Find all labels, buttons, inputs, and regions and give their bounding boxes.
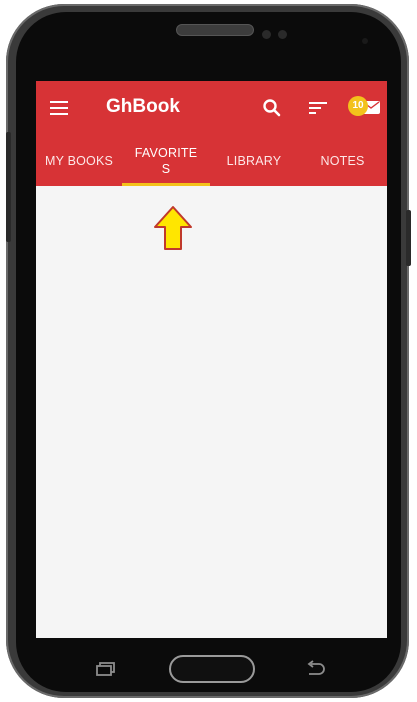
- app-title: GhBook: [106, 96, 180, 117]
- tab-library[interactable]: LIBRARY: [210, 135, 298, 186]
- power-key: [406, 210, 411, 266]
- back-icon[interactable]: [303, 660, 327, 678]
- active-tab-indicator: [122, 183, 210, 186]
- search-icon[interactable]: [262, 98, 282, 118]
- earpiece-speaker: [176, 24, 254, 36]
- hamburger-menu-icon[interactable]: [50, 101, 68, 116]
- tab-label: FAVORITES: [134, 145, 198, 176]
- sort-icon[interactable]: [309, 100, 329, 116]
- toolbar: GhBook 10: [36, 81, 387, 135]
- front-camera: [362, 38, 368, 44]
- tab-my-books[interactable]: MY BOOKS: [36, 135, 122, 186]
- tab-bar: MY BOOKS FAVORITES LIBRARY NOTES: [36, 135, 387, 186]
- tab-favorites[interactable]: FAVORITES: [122, 135, 210, 186]
- tab-label: LIBRARY: [226, 153, 282, 168]
- tab-notes[interactable]: NOTES: [298, 135, 387, 186]
- recent-apps-icon[interactable]: [96, 662, 116, 676]
- volume-key: [6, 132, 11, 242]
- app-bar: GhBook 10 MY BOOKS FAVORITES LIBRARY NOT…: [36, 81, 387, 186]
- tab-label: NOTES: [320, 153, 365, 168]
- light-sensor: [278, 30, 287, 39]
- tab-label: MY BOOKS: [44, 153, 114, 168]
- mail-icon[interactable]: 10: [348, 96, 382, 118]
- proximity-sensor: [262, 30, 271, 39]
- up-arrow-icon: [153, 205, 193, 251]
- home-button[interactable]: [169, 655, 255, 683]
- notification-badge: 10: [348, 96, 368, 116]
- app-screen: GhBook 10 MY BOOKS FAVORITES LIBRARY NOT…: [36, 81, 387, 638]
